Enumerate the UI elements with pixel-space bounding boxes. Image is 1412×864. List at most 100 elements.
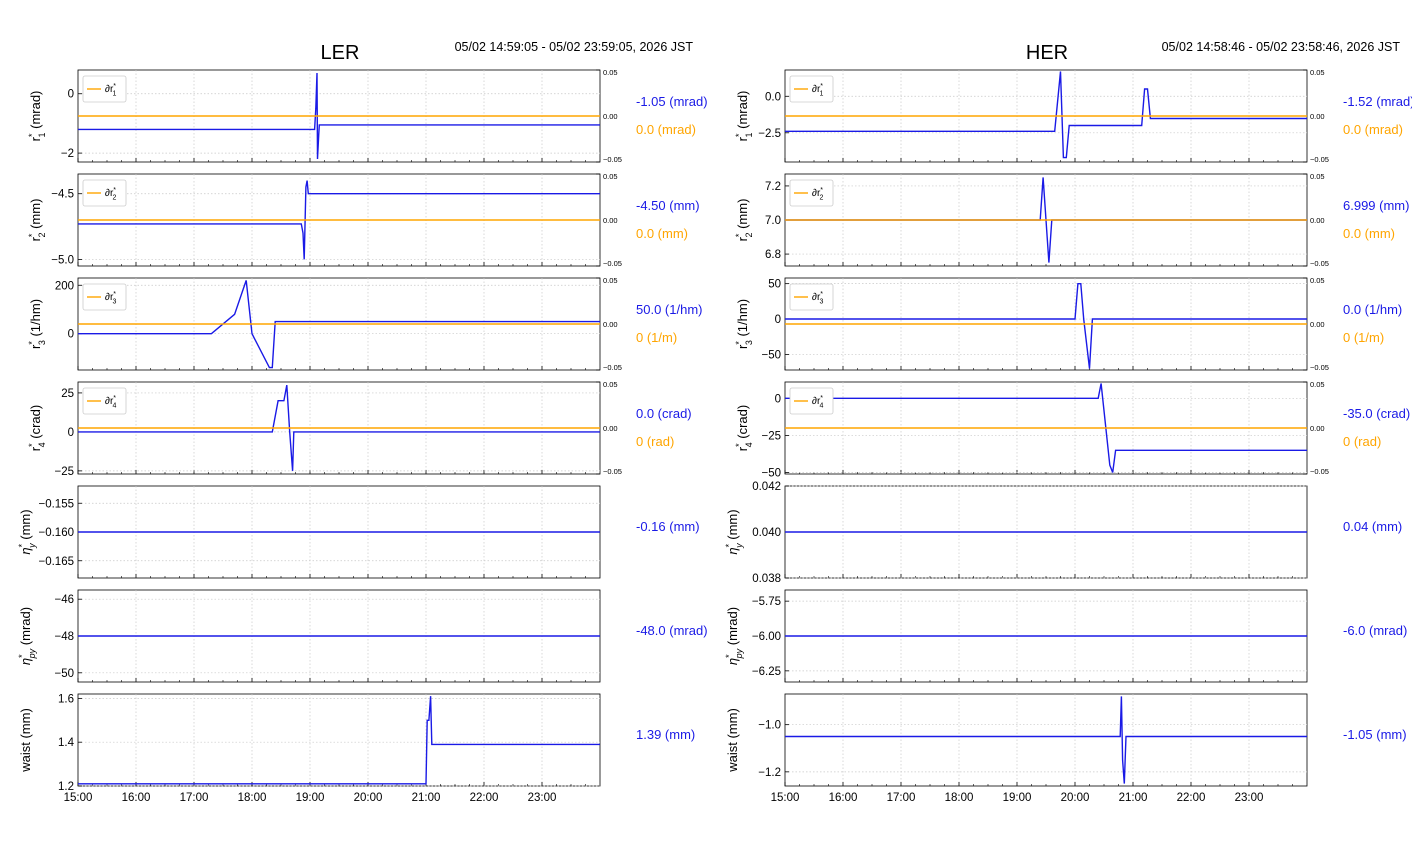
right-y-tick-label: −0.05 — [603, 363, 622, 372]
right-y-tick-label: 0.00 — [1310, 112, 1325, 121]
svg-text:r*2 (mm): r*2 (mm) — [734, 199, 754, 242]
right-y-tick-label: 0.00 — [1310, 424, 1325, 433]
y-tick-label: −48 — [54, 631, 74, 643]
her-row1-ylabel: r*1 (mrad) — [734, 91, 754, 142]
y-tick-label: 0 — [68, 427, 74, 439]
y-tick-label: 1.4 — [58, 737, 75, 749]
right-y-tick-label: −0.05 — [1310, 155, 1329, 164]
right-y-tick-label: −0.05 — [603, 259, 622, 268]
svg-text:r*3 (1/hm): r*3 (1/hm) — [27, 299, 47, 349]
ler-row3-subplot: 200 0 0.05 0.00 −0.05 ∂r* 3 r*3 (1/hm) 50.0 (1/h… — [27, 276, 702, 372]
her-row3-value-blue: 0.0 (1/hm) — [1343, 302, 1402, 317]
figure: LER 05/02 14:59:05 - 05/02 23:59:05, 202… — [17, 40, 1412, 804]
ler-row5-value-blue: -0.16 (mm) — [636, 519, 700, 534]
her-row3-value-orange: 0 (1/m) — [1343, 330, 1384, 345]
right-y-tick-label: 0.05 — [1310, 380, 1325, 389]
right-y-tick-label: 0.00 — [603, 424, 618, 433]
ler-row5-ylabel: η*y (mm) — [17, 509, 37, 554]
ler-row2-ylabel: r*2 (mm) — [27, 199, 47, 242]
y-tick-label: −2.5 — [758, 128, 781, 140]
her-row3-subplot: 50 0 −50 0.05 0.00 −0.05 ∂r* 3 r*3 (1/hm) 0.0 (1/… — [734, 276, 1402, 372]
y-tick-label: −0.165 — [39, 556, 75, 568]
svg-text:η*y (mm): η*y (mm) — [724, 509, 744, 554]
x-tick-label: 18:00 — [238, 792, 267, 804]
ler-row3-value-blue: 50.0 (1/hm) — [636, 302, 702, 317]
ler-row1-value-blue: -1.05 (mrad) — [636, 94, 708, 109]
y-tick-label: 50 — [768, 279, 781, 291]
ler-panel: LER 05/02 14:59:05 - 05/02 23:59:05, 202… — [321, 40, 694, 64]
right-y-tick-label: 0.00 — [603, 216, 618, 225]
x-tick-label: 23:00 — [528, 792, 557, 804]
ler-row4-legend: ∂r* 4 — [82, 387, 127, 415]
y-tick-label: 6.8 — [765, 249, 781, 261]
y-tick-label: −5.0 — [51, 254, 74, 266]
x-tick-label: 21:00 — [412, 792, 441, 804]
her-panel: HER 05/02 14:58:46 - 05/02 23:58:46, 202… — [1026, 40, 1400, 64]
svg-text:r*1 (mrad): r*1 (mrad) — [27, 91, 47, 142]
ler-row4-ylabel: r*4 (crad) — [27, 405, 47, 451]
her-row7-ylabel: waist (mm) — [725, 708, 740, 773]
her-row3-legend: ∂r* 3 — [789, 283, 834, 311]
ler-row1-legend: ∂r* 1 — [82, 75, 127, 103]
x-tick-label: 23:00 — [1235, 792, 1264, 804]
x-tick-label: 19:00 — [296, 792, 325, 804]
ler-row6-value-blue: -48.0 (mrad) — [636, 623, 708, 638]
y-tick-label: 0 — [775, 393, 781, 405]
her-row2-subplot: 7.2 7.0 6.8 0.05 0.00 −0.05 ∂r* 2 r*2 (mm) 6.999 … — [734, 172, 1409, 268]
svg-text:η*y (mm): η*y (mm) — [17, 509, 37, 554]
x-tick-label: 21:00 — [1119, 792, 1148, 804]
y-tick-label: −0.160 — [39, 527, 75, 539]
y-tick-label: 0.040 — [752, 527, 781, 539]
y-tick-label: 200 — [55, 280, 74, 292]
y-tick-label: 7.0 — [765, 215, 781, 227]
right-y-tick-label: 0.05 — [603, 68, 618, 77]
y-tick-label: −25 — [54, 466, 74, 478]
y-tick-label: −0.155 — [39, 498, 75, 510]
x-tick-label: 17:00 — [887, 792, 916, 804]
her-row6-value-blue: -6.0 (mrad) — [1343, 623, 1407, 638]
right-y-tick-label: 0.05 — [1310, 68, 1325, 77]
ler-row3-ylabel: r*3 (1/hm) — [27, 299, 47, 349]
ler-title: LER — [321, 42, 360, 64]
right-y-tick-label: 0.05 — [1310, 276, 1325, 285]
her-row4-value-orange: 0 (rad) — [1343, 434, 1381, 449]
her-row1-subplot: 0.0 −2.5 0.05 0.00 −0.05 ∂r* 1 r*1 (mrad) -1.52 … — [734, 68, 1412, 164]
x-tick-label: 15:00 — [771, 792, 800, 804]
svg-text:r*1 (mrad): r*1 (mrad) — [734, 91, 754, 142]
y-tick-label: 0 — [775, 314, 781, 326]
ler-row4-subplot: 25 0 −25 0.05 0.00 −0.05 ∂r* 4 r*4 (crad) 0.0 (cr… — [27, 380, 692, 478]
ler-row7-value-blue: 1.39 (mm) — [636, 727, 695, 742]
her-row4-subplot: 0 −25 −50 0.05 0.00 −0.05 ∂r* 4 r*4 (crad) -35.0 … — [734, 380, 1410, 480]
ler-row4-value-blue: 0.0 (crad) — [636, 406, 692, 421]
y-tick-label: 0 — [68, 329, 74, 341]
y-tick-label: −1.2 — [758, 767, 781, 779]
ler-row7-ylabel: waist (mm) — [18, 708, 33, 773]
y-tick-label: 0.0 — [765, 91, 781, 103]
ler-row3-value-orange: 0 (1/m) — [636, 330, 677, 345]
svg-text:r*3 (1/hm): r*3 (1/hm) — [734, 299, 754, 349]
her-row7-value-blue: -1.05 (mm) — [1343, 727, 1407, 742]
x-tick-label: 20:00 — [1061, 792, 1090, 804]
y-tick-label: −46 — [54, 594, 74, 606]
y-tick-label: −25 — [761, 430, 781, 442]
her-row7-subplot: −1.0 −1.2 waist (mm) -1.05 (mm) 15:00 16:00 17… — [725, 693, 1407, 804]
y-tick-label: −50 — [761, 468, 781, 480]
ler-row1-ylabel: r*1 (mrad) — [27, 91, 47, 142]
her-row1-legend: ∂r* 1 — [789, 75, 834, 103]
svg-text:r*2 (mm): r*2 (mm) — [27, 199, 47, 242]
svg-text:η*py (mrad): η*py (mrad) — [17, 607, 37, 665]
right-y-tick-label: 0.05 — [603, 380, 618, 389]
ler-row7-subplot: 1.61.41.2waist (mm) 1.39 (mm)15:00 16:00 17… — [18, 693, 695, 804]
right-y-tick-label: 0.00 — [1310, 320, 1325, 329]
y-tick-label: −2 — [61, 148, 74, 160]
her-datetime: 05/02 14:58:46 - 05/02 23:58:46, 2026 JS… — [1162, 40, 1401, 54]
her-row5-subplot: 0.042 0.040 0.038 η*y (mm) 0.04 (mm) — [724, 481, 1402, 585]
x-tick-label: 17:00 — [180, 792, 209, 804]
x-tick-label: 22:00 — [1177, 792, 1206, 804]
right-y-tick-label: −0.05 — [1310, 363, 1329, 372]
her-row6-subplot: −5.75 −6.00 −6.25 η*py (mrad) -6.0 (mrad) — [724, 589, 1407, 683]
ler-datetime: 05/02 14:59:05 - 05/02 23:59:05, 2026 JS… — [455, 40, 694, 54]
x-tick-label: 16:00 — [122, 792, 151, 804]
right-y-tick-label: 0.05 — [603, 172, 618, 181]
right-y-tick-label: 0.05 — [603, 276, 618, 285]
